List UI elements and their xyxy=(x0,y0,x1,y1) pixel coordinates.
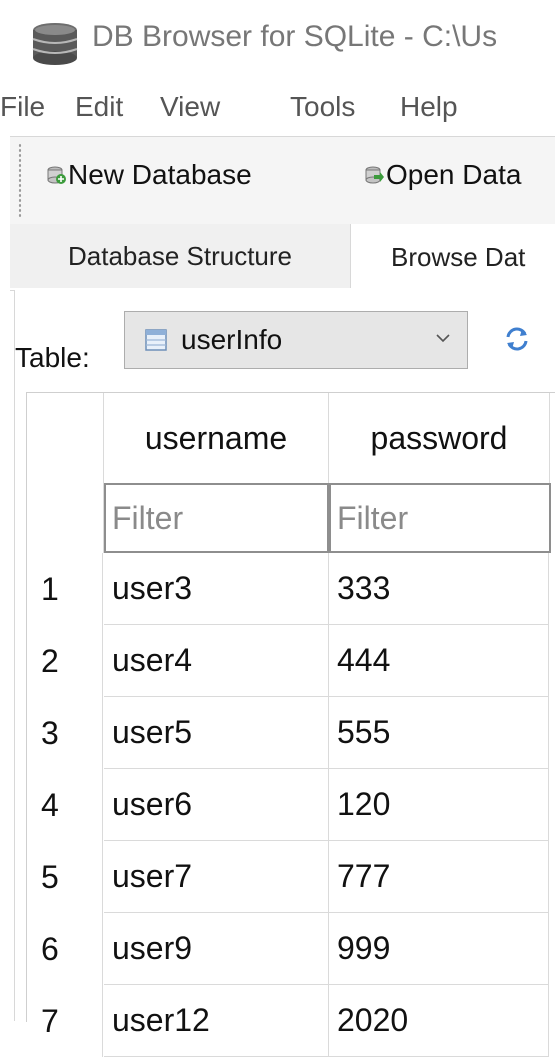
cell-password[interactable]: 120 xyxy=(329,769,549,841)
grid-corner[interactable] xyxy=(27,393,104,553)
selected-table-value: userInfo xyxy=(181,324,283,355)
table-selector-dropdown[interactable]: userInfo xyxy=(124,311,468,369)
cell-password[interactable]: 555 xyxy=(329,697,549,769)
filter-input-password[interactable]: Filter xyxy=(329,483,551,553)
cell-username[interactable]: user6 xyxy=(104,769,329,841)
open-database-button[interactable]: Open Data xyxy=(364,159,521,191)
window-title: DB Browser for SQLite - C:\Us xyxy=(92,20,498,53)
cell-username[interactable]: user4 xyxy=(104,625,329,697)
cell-username[interactable]: user7 xyxy=(104,841,329,913)
row-number[interactable]: 3 xyxy=(27,697,103,769)
cell-username[interactable]: user9 xyxy=(104,913,329,985)
open-database-icon xyxy=(365,166,384,184)
new-database-label: New Database xyxy=(68,159,252,190)
tab-browse-data[interactable]: Browse Dat xyxy=(351,224,555,290)
filter-input-username[interactable]: Filter xyxy=(104,483,329,553)
refresh-icon[interactable] xyxy=(502,324,532,354)
table-row[interactable]: 3 user5 555 xyxy=(27,697,555,769)
menu-tools[interactable]: Tools xyxy=(290,91,355,123)
cell-username[interactable]: user12 xyxy=(104,985,329,1057)
row-number[interactable]: 6 xyxy=(27,913,103,985)
row-number[interactable]: 7 xyxy=(27,985,103,1057)
open-database-label: Open Data xyxy=(386,159,522,190)
row-number[interactable]: 2 xyxy=(27,625,103,697)
cell-username[interactable]: user5 xyxy=(104,697,329,769)
menu-edit[interactable]: Edit xyxy=(75,91,123,123)
table-row[interactable]: 2 user4 444 xyxy=(27,625,555,697)
data-grid: username password Filter Filter 1 user3 … xyxy=(26,392,555,1057)
table-row[interactable]: 7 user12 2020 xyxy=(27,985,555,1057)
table-row[interactable]: 1 user3 333 xyxy=(27,553,555,625)
title-bar: DB Browser for SQLite - C:\Us xyxy=(0,0,555,84)
new-database-icon xyxy=(47,166,66,184)
tab-browse-data-label: Browse Dat xyxy=(391,241,526,272)
cell-password[interactable]: 999 xyxy=(329,913,549,985)
table-row[interactable]: 6 user9 999 xyxy=(27,913,555,985)
menu-bar: File Edit View Tools Help xyxy=(0,84,555,130)
table-row[interactable]: 5 user7 777 xyxy=(27,841,555,913)
tab-database-structure[interactable]: Database Structure xyxy=(10,224,351,288)
row-number[interactable]: 4 xyxy=(27,769,103,841)
column-header-password[interactable]: password xyxy=(329,393,550,483)
table-icon xyxy=(145,329,167,351)
cell-password[interactable]: 2020 xyxy=(329,985,549,1057)
cell-username[interactable]: user3 xyxy=(104,553,329,625)
toolbar-grip-handle[interactable] xyxy=(18,143,22,219)
menu-file[interactable]: File xyxy=(0,91,45,123)
table-label: Table: xyxy=(15,342,90,373)
row-number[interactable]: 1 xyxy=(27,553,103,625)
cell-password[interactable]: 333 xyxy=(329,553,549,625)
menu-help[interactable]: Help xyxy=(400,91,458,123)
main-toolbar: New Database Open Data xyxy=(10,136,555,225)
column-header-username[interactable]: username xyxy=(104,393,329,483)
tab-database-structure-label: Database Structure xyxy=(67,240,292,271)
cell-password[interactable]: 777 xyxy=(329,841,549,913)
row-number[interactable]: 5 xyxy=(27,841,103,913)
menu-view[interactable]: View xyxy=(160,91,220,123)
database-app-icon xyxy=(32,23,78,65)
table-row[interactable]: 4 user6 120 xyxy=(27,769,555,841)
tab-bar: Database Structure Browse Dat xyxy=(10,224,555,291)
cell-password[interactable]: 444 xyxy=(329,625,549,697)
new-database-button[interactable]: New Database xyxy=(46,159,252,191)
chevron-down-icon xyxy=(436,334,450,343)
